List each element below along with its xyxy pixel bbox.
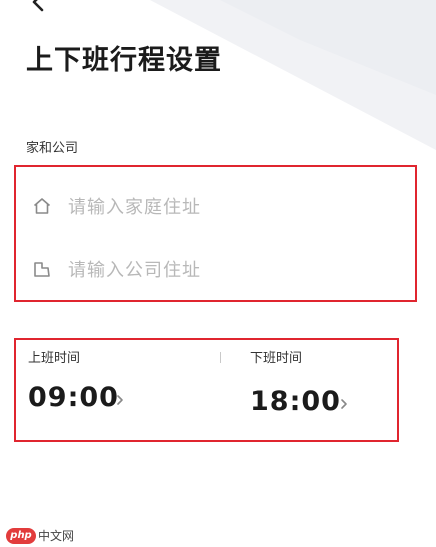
chevron-right-icon bbox=[341, 399, 347, 409]
chevron-right-icon bbox=[117, 395, 123, 405]
home-address-placeholder: 请输入家庭住址 bbox=[68, 197, 201, 218]
end-time-picker[interactable]: 下班时间 18:00 bbox=[226, 340, 396, 440]
chevron-left-icon[interactable] bbox=[22, 0, 52, 14]
commute-time-group: 上班时间 09:00 下班时间 18:00 bbox=[14, 338, 399, 442]
page-title: 上下班行程设置 bbox=[26, 45, 222, 76]
start-time-value: 09:00 bbox=[28, 382, 119, 413]
company-address-field[interactable]: 请输入公司住址 bbox=[32, 254, 201, 284]
company-address-placeholder: 请输入公司住址 bbox=[68, 260, 201, 281]
home-icon bbox=[33, 198, 51, 214]
time-divider bbox=[220, 352, 221, 363]
building-icon bbox=[34, 262, 50, 277]
end-time-label: 下班时间 bbox=[250, 351, 303, 366]
end-time-value: 18:00 bbox=[250, 386, 341, 417]
address-group: 请输入家庭住址 请输入公司住址 bbox=[14, 165, 417, 302]
watermark-text: 中文网 bbox=[38, 529, 75, 543]
watermark-logo: php bbox=[6, 527, 36, 544]
watermark: php 中文网 bbox=[6, 527, 74, 544]
start-time-picker[interactable]: 上班时间 09:00 bbox=[16, 340, 216, 440]
home-address-field[interactable]: 请输入家庭住址 bbox=[32, 191, 201, 221]
start-time-label: 上班时间 bbox=[28, 351, 81, 366]
home-company-section-label: 家和公司 bbox=[26, 141, 79, 156]
